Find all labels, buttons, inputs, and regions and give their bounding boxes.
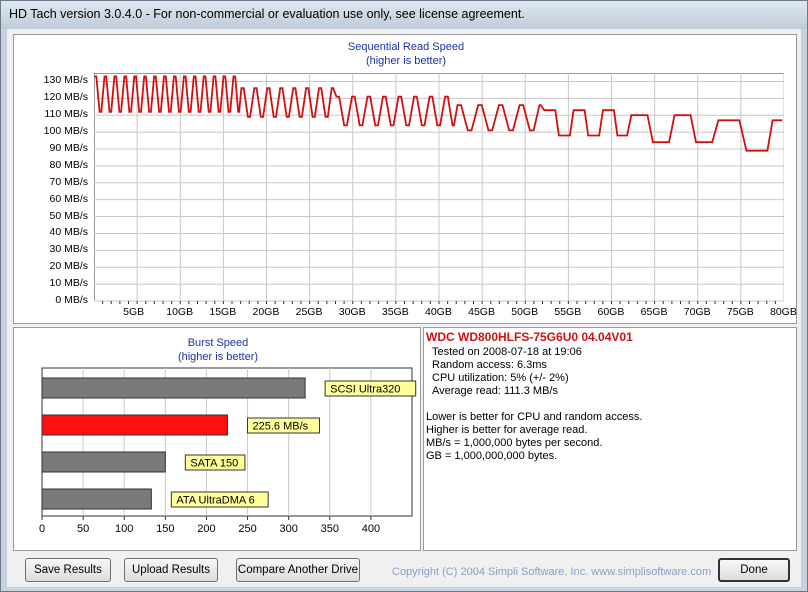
burst-x-tick-label: 100: [115, 523, 133, 535]
sequential-read-panel: Sequential Read Speed (higher is better)…: [13, 34, 797, 324]
burst-speed-chart: 0 50 100 150 200 250 300 350 400 SCSI Ultra320 225…: [39, 367, 417, 535]
seq-x-tick-label: 80GB: [770, 306, 797, 318]
seq-chart-subtitle: (higher is better): [365, 55, 447, 67]
seq-x-tick-label: 45GB: [468, 306, 495, 318]
burst-x-tick-label: 400: [362, 523, 380, 535]
average-read: Average read: 111.3 MB/s: [432, 385, 558, 397]
drive-model: WDC WD800HLFS-75G6U0 04.04V01: [426, 330, 633, 344]
seq-y-tick-label: 130 MB/s: [43, 74, 88, 87]
compare-drive-button[interactable]: Compare Another Drive: [236, 558, 360, 582]
burst-x-tick-label: 250: [238, 523, 256, 535]
seq-x-tick-label: 35GB: [381, 306, 409, 318]
seq-y-tick-label: 100 MB/s: [43, 125, 88, 138]
seq-x-tick-label: 10GB: [166, 306, 194, 318]
copyright-text: Copyright (C) 2004 Simpli Software, Inc.…: [392, 566, 712, 578]
seq-x-tick-label: 65GB: [640, 306, 668, 318]
client-area: Sequential Read Speed (higher is better)…: [7, 29, 801, 587]
random-access: Random access: 6.3ms: [432, 359, 547, 371]
burst-bar-label: ATA UltraDMA 6: [176, 495, 254, 507]
burst-bar-label: SATA 150: [190, 458, 238, 470]
burst-x-tick-label: 200: [197, 523, 215, 535]
upload-results-button[interactable]: Upload Results: [124, 558, 218, 582]
note-read: Higher is better for average read.: [426, 424, 588, 436]
cpu-utilization: CPU utilization: 5% (+/- 2%): [432, 372, 569, 384]
seq-x-tick-label: 50GB: [511, 306, 539, 318]
burst-x-tick-label: 350: [321, 523, 339, 535]
seq-y-tick-label: 120 MB/s: [43, 91, 88, 104]
seq-y-tick-label: 20 MB/s: [49, 260, 88, 273]
burst-x-tick-label: 300: [279, 523, 297, 535]
seq-y-tick-label: 10 MB/s: [49, 277, 88, 290]
burst-bar: [41, 451, 166, 473]
window-title: HD Tach version 3.0.4.0 - For non-commer…: [9, 7, 525, 21]
seq-y-tick-label: 110 MB/s: [44, 108, 88, 121]
seq-x-tick-label: 5GB: [123, 306, 145, 318]
burst-bar-label: SCSI Ultra320: [330, 384, 400, 396]
seq-y-tick-label: 90 MB/s: [49, 142, 88, 154]
burst-x-tick-label: 0: [39, 523, 45, 535]
seq-x-tick-label: 25GB: [295, 306, 323, 318]
seq-y-tick-label: 60 MB/s: [49, 192, 88, 205]
seq-y-tick-label: 40 MB/s: [49, 226, 88, 239]
app-window: HD Tach version 3.0.4.0 - For non-commer…: [0, 0, 808, 592]
burst-speed-panel: Burst Speed (higher is better) 0 50 100 150…: [13, 327, 421, 551]
burst-x-tick-label: 50: [77, 523, 89, 535]
burst-x-tick-label: 150: [156, 523, 174, 535]
burst-bar: [41, 377, 306, 399]
burst-bar-label: 225.6 MB/s: [252, 421, 308, 433]
seq-x-tick-label: 60GB: [597, 306, 625, 318]
sequential-read-chart: [94, 73, 784, 304]
drive-info-panel: WDC WD800HLFS-75G6U0 04.04V01 Tested on …: [423, 327, 797, 551]
burst-bar: [41, 488, 152, 510]
seq-y-tick-label: 70 MB/s: [49, 175, 88, 188]
seq-x-tick-label: 30GB: [338, 306, 366, 318]
seq-x-tick-label: 70GB: [683, 306, 711, 318]
seq-y-tick-label: 50 MB/s: [49, 209, 88, 222]
save-results-button[interactable]: Save Results: [25, 558, 111, 582]
seq-chart-title: Sequential Read Speed: [347, 41, 465, 53]
title-bar[interactable]: HD Tach version 3.0.4.0 - For non-commer…: [1, 1, 807, 29]
done-button[interactable]: Done: [718, 558, 790, 582]
seq-x-tick-label: 20GB: [252, 306, 280, 318]
seq-x-tick-label: 15GB: [209, 306, 237, 318]
note-mbs: MB/s = 1,000,000 bytes per second.: [426, 437, 603, 449]
seq-x-tick-label: 55GB: [554, 306, 582, 318]
note-cpu: Lower is better for CPU and random acces…: [426, 411, 643, 423]
seq-x-tick-label: 40GB: [425, 306, 452, 318]
seq-y-tick-label: 30 MB/s: [49, 243, 88, 256]
note-gb: GB = 1,000,000,000 bytes.: [426, 450, 558, 462]
tested-on: Tested on 2008-07-18 at 19:06: [432, 346, 582, 358]
seq-y-tick-label: 0 MB/s: [55, 294, 88, 306]
seq-y-tick-label: 80 MB/s: [49, 158, 88, 171]
seq-x-tick-label: 75GB: [726, 306, 754, 318]
burst-bar: [41, 414, 228, 436]
